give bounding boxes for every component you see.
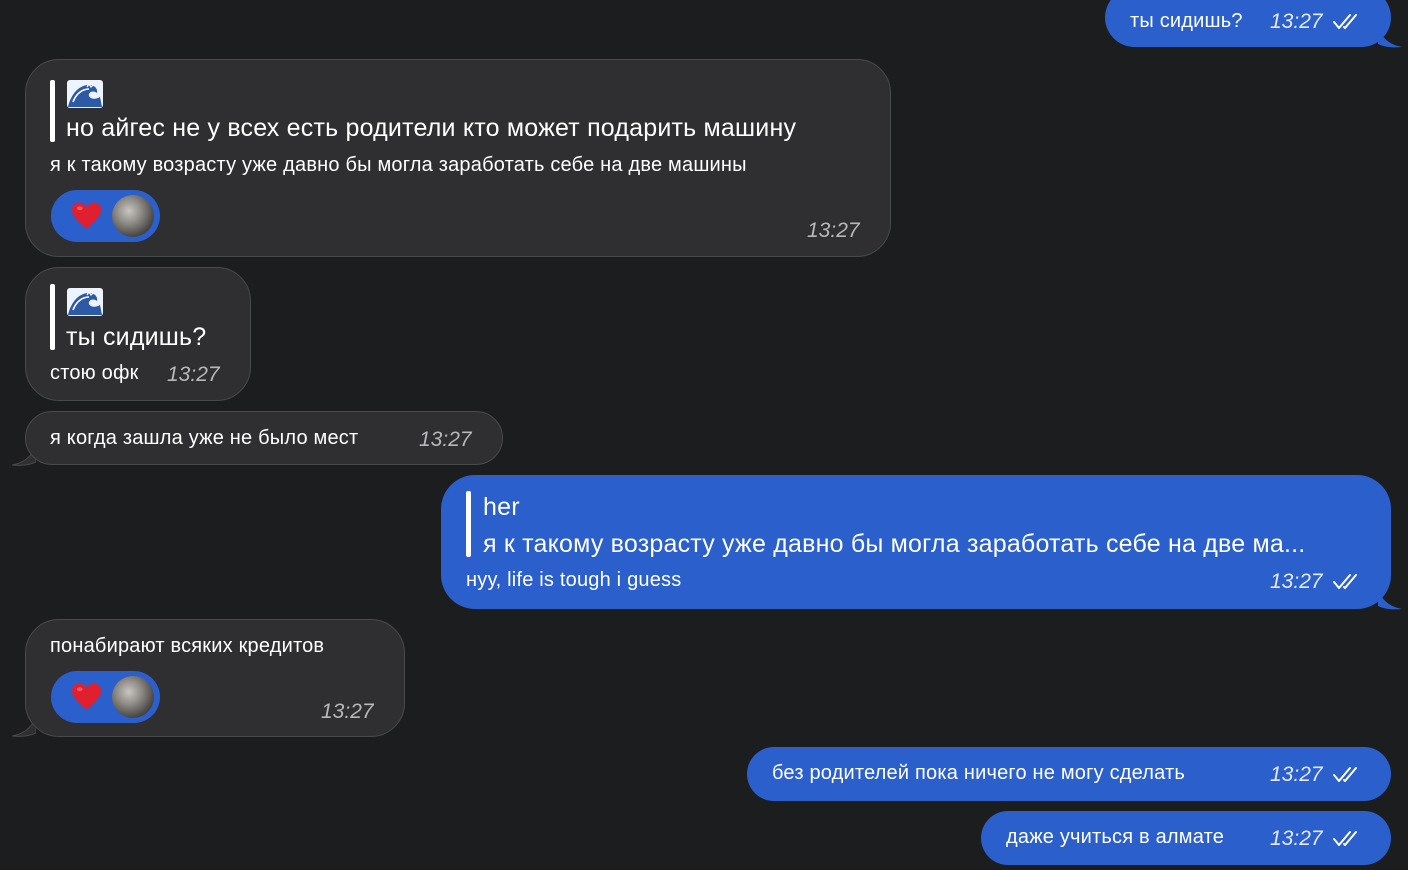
message-text: понабирают всяких кредитов bbox=[50, 635, 325, 657]
message-time: 13:27 bbox=[1270, 763, 1323, 786]
quoted-text: ты сидишь? bbox=[66, 323, 207, 351]
heart-icon bbox=[71, 682, 102, 712]
message-outgoing[interactable]: her я к такому возрасту уже давно бы мог… bbox=[441, 475, 1391, 609]
heart-icon bbox=[71, 201, 102, 231]
quote-bar bbox=[50, 284, 55, 350]
quoted-text: я к такому возрасту уже давно бы могла з… bbox=[483, 530, 1306, 558]
message-outgoing[interactable]: без родителей пока ничего не могу сделат… bbox=[747, 747, 1391, 801]
message-text: ты сидишь? bbox=[1130, 10, 1243, 32]
message-incoming[interactable]: я когда зашла уже не было мест 13:27 bbox=[25, 411, 503, 465]
read-checkmarks-icon bbox=[1333, 830, 1363, 848]
read-checkmarks-icon bbox=[1333, 766, 1363, 784]
message-time: 13:27 bbox=[321, 700, 374, 723]
message-incoming[interactable]: понабирают всяких кредитов 13:27 bbox=[25, 619, 405, 737]
reaction-pill[interactable] bbox=[51, 671, 160, 723]
wave-emoji-icon bbox=[67, 288, 103, 316]
message-text: без родителей пока ничего не могу сделат… bbox=[772, 762, 1186, 784]
message-time: 13:27 bbox=[1270, 827, 1323, 850]
quote-bar bbox=[50, 80, 55, 142]
message-outgoing[interactable]: ты сидишь? 13:27 bbox=[1105, 0, 1391, 47]
message-time: 13:27 bbox=[1270, 10, 1323, 33]
bubble-tail bbox=[1378, 590, 1402, 610]
reaction-pill[interactable] bbox=[51, 190, 160, 242]
message-text: нуу, life is tough i guess bbox=[466, 569, 682, 591]
message-time: 13:27 bbox=[1270, 570, 1323, 593]
quoted-text: но айгес не у всех есть родители кто мож… bbox=[66, 114, 797, 142]
message-incoming[interactable]: ты сидишь? стою офк 13:27 bbox=[25, 267, 251, 401]
wave-emoji-icon bbox=[67, 80, 103, 108]
read-checkmarks-icon bbox=[1333, 13, 1363, 31]
message-text: я когда зашла уже не было мест bbox=[50, 427, 359, 449]
avatar bbox=[112, 195, 154, 237]
message-text: я к такому возрасту уже давно бы могла з… bbox=[50, 154, 747, 176]
message-outgoing[interactable]: даже учиться в алмате 13:27 bbox=[981, 811, 1391, 865]
message-text: даже учиться в алмате bbox=[1006, 826, 1225, 848]
message-time: 13:27 bbox=[807, 219, 860, 242]
message-text: стою офк bbox=[50, 362, 139, 384]
quote-bar bbox=[466, 491, 471, 557]
message-time: 13:27 bbox=[167, 363, 220, 386]
quote-author: her bbox=[483, 493, 520, 521]
read-checkmarks-icon bbox=[1333, 573, 1363, 591]
avatar bbox=[112, 676, 154, 718]
message-incoming[interactable]: но айгес не у всех есть родители кто мож… bbox=[25, 59, 891, 257]
message-time: 13:27 bbox=[419, 428, 472, 451]
bubble-tail bbox=[1378, 28, 1402, 48]
